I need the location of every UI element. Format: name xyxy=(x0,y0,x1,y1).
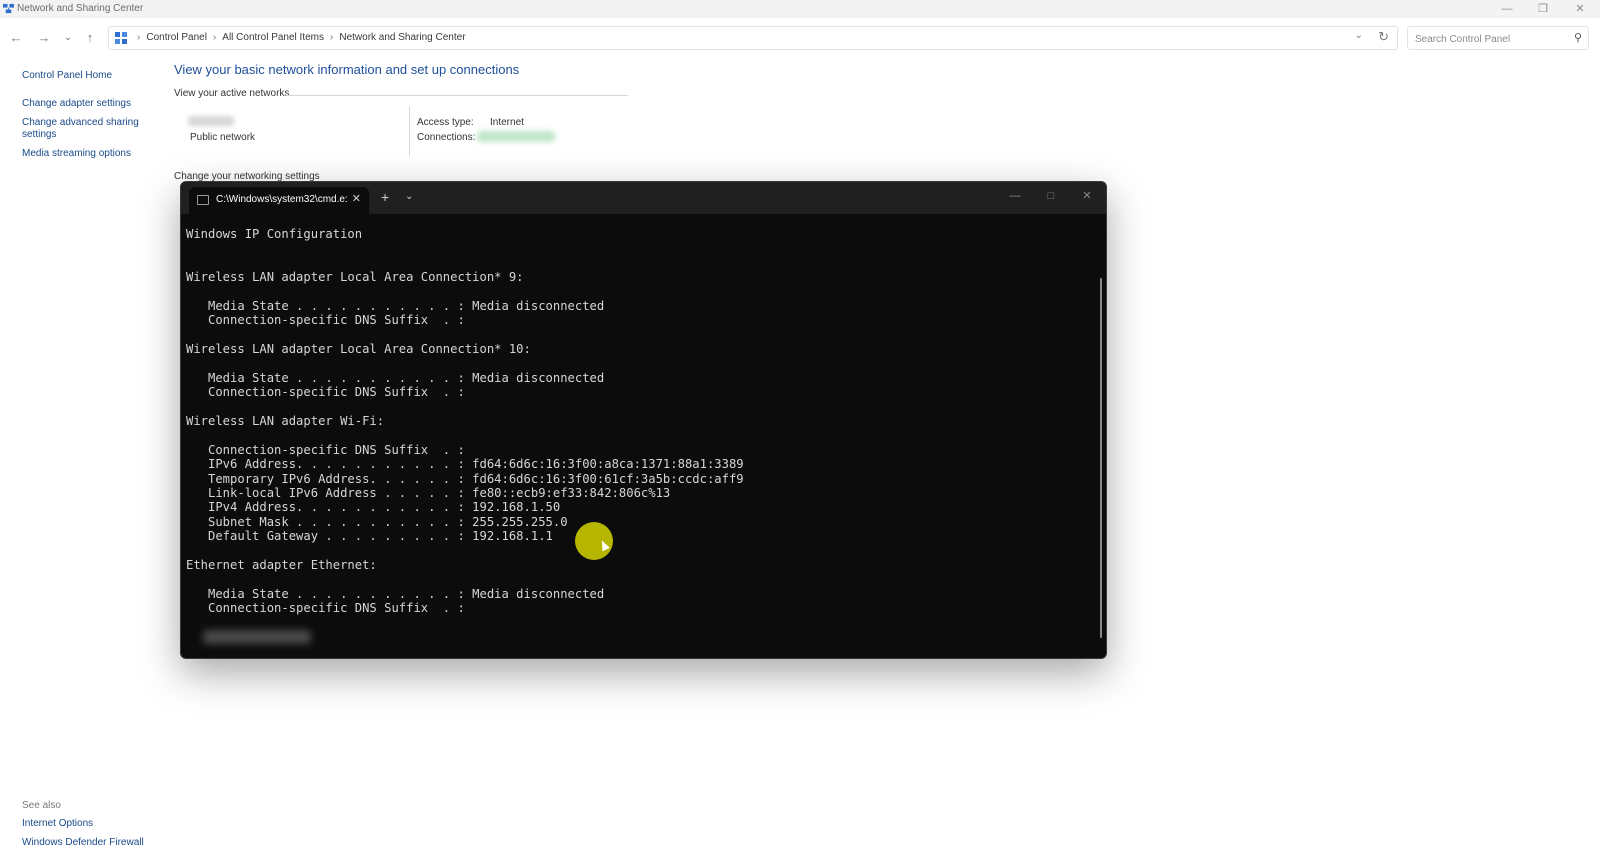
terminal-line: Wireless LAN adapter Local Area Connecti… xyxy=(186,270,524,285)
terminal-scrollbar[interactable] xyxy=(1100,278,1102,638)
sidebar-item-change-advanced-sharing[interactable]: Change advanced sharing settings xyxy=(22,117,142,141)
terminal-prompt-redacted xyxy=(203,630,311,644)
network-center-icon xyxy=(3,3,14,14)
refresh-icon[interactable]: ↻ xyxy=(1378,29,1389,45)
access-type-value: Internet xyxy=(490,117,524,128)
restore-icon[interactable]: ❐ xyxy=(1536,2,1550,16)
breadcrumb: › Control Panel › All Control Panel Item… xyxy=(131,27,466,49)
defender-firewall-link[interactable]: Windows Defender Firewall xyxy=(22,837,144,849)
terminal-line: Wireless LAN adapter Wi-Fi: xyxy=(186,414,385,429)
navigation-bar: ← → ⌄ ↑ › Control Panel › All Control Pa… xyxy=(0,24,1600,52)
tab-dropdown-chevron-icon[interactable]: ⌄ xyxy=(405,191,413,202)
close-icon[interactable]: ✕ xyxy=(1573,2,1587,16)
breadcrumb-separator-icon: › xyxy=(330,32,334,43)
breadcrumb-separator-icon: › xyxy=(137,32,141,43)
sidebar-item-change-adapter-settings[interactable]: Change adapter settings xyxy=(22,98,131,110)
connections-label: Connections: xyxy=(417,132,476,143)
terminal-line: Wireless LAN adapter Local Area Connecti… xyxy=(186,342,531,357)
terminal-line: Subnet Mask . . . . . . . . . . . : 255.… xyxy=(186,514,568,529)
terminal-line: Connection-specific DNS Suffix . : xyxy=(186,313,465,328)
cmd-icon xyxy=(197,195,209,205)
network-name-redacted xyxy=(188,116,234,126)
window-title: Network and Sharing Center xyxy=(17,3,144,14)
terminal-line: Ethernet adapter Ethernet: xyxy=(186,557,377,572)
terminal-line: Media State . . . . . . . . . . . : Medi… xyxy=(186,370,605,385)
back-arrow-icon[interactable]: ← xyxy=(8,30,24,46)
network-divider xyxy=(409,106,410,156)
breadcrumb-separator-icon: › xyxy=(212,32,217,43)
connection-link-redacted[interactable] xyxy=(477,131,555,142)
search-icon[interactable]: ⚲ xyxy=(1574,31,1582,44)
tab-close-icon[interactable]: ✕ xyxy=(352,192,361,205)
terminal-line: IPv6 Address. . . . . . . . . . . : fd64… xyxy=(186,457,744,472)
search-input[interactable] xyxy=(1413,31,1567,47)
terminal-tab-bar: C:\Windows\system32\cmd.e: ✕ + ⌄ — □ ✕ xyxy=(181,182,1106,214)
internet-options-link[interactable]: Internet Options xyxy=(22,818,93,830)
terminal-tab[interactable]: C:\Windows\system32\cmd.e: ✕ xyxy=(189,187,369,214)
terminal-tab-title: C:\Windows\system32\cmd.e: xyxy=(216,194,348,205)
breadcrumb-all-items[interactable]: All Control Panel Items xyxy=(222,27,324,49)
see-also-header: See also xyxy=(22,800,61,811)
window-titlebar: Network and Sharing Center — ❐ ✕ xyxy=(0,0,1600,18)
control-panel-icon xyxy=(115,32,127,44)
terminal-output[interactable]: Windows IP Configuration Wireless LAN ada… xyxy=(186,227,1086,616)
terminal-line: IPv4 Address. . . . . . . . . . . : 192.… xyxy=(186,500,561,515)
section-divider xyxy=(286,95,628,96)
network-type: Public network xyxy=(190,132,256,143)
sidebar-item-control-panel-home[interactable]: Control Panel Home xyxy=(22,70,112,82)
forward-arrow-icon[interactable]: → xyxy=(36,30,52,46)
terminal-line: Temporary IPv6 Address. . . . . . : fd64… xyxy=(186,471,744,486)
terminal-window[interactable]: C:\Windows\system32\cmd.e: ✕ + ⌄ — □ ✕ W… xyxy=(180,181,1107,659)
access-type-label: Access type: xyxy=(417,117,474,128)
terminal-close-icon[interactable]: ✕ xyxy=(1079,188,1095,204)
terminal-minimize-icon[interactable]: — xyxy=(1007,188,1023,204)
breadcrumb-control-panel[interactable]: Control Panel xyxy=(146,27,207,49)
terminal-line: Windows IP Configuration xyxy=(186,227,363,241)
address-bar[interactable]: › Control Panel › All Control Panel Item… xyxy=(108,26,1398,50)
new-tab-plus-icon[interactable]: + xyxy=(381,189,389,205)
terminal-line: Connection-specific DNS Suffix . : xyxy=(186,601,465,616)
terminal-line: Media State . . . . . . . . . . . : Medi… xyxy=(186,586,605,601)
terminal-line: Link-local IPv6 Address . . . . . : fe80… xyxy=(186,486,671,501)
active-networks-label: View your active networks xyxy=(174,88,290,99)
terminal-line: Connection-specific DNS Suffix . : xyxy=(186,442,465,457)
terminal-maximize-icon[interactable]: □ xyxy=(1043,188,1059,204)
page-title: View your basic network information and … xyxy=(174,62,520,77)
terminal-line: Default Gateway . . . . . . . . . : 192.… xyxy=(186,529,553,544)
terminal-line: Media State . . . . . . . . . . . : Medi… xyxy=(186,298,605,313)
up-arrow-icon[interactable]: ↑ xyxy=(82,30,98,46)
address-dropdown-icon[interactable]: ⌄ xyxy=(1355,30,1363,41)
sidebar-item-media-streaming[interactable]: Media streaming options xyxy=(22,148,131,160)
recent-locations-chevron-icon[interactable]: ⌄ xyxy=(60,30,76,46)
cursor-highlight xyxy=(575,522,613,560)
terminal-line: Connection-specific DNS Suffix . : xyxy=(186,385,465,400)
search-box[interactable]: ⚲ xyxy=(1407,26,1589,50)
minimize-icon[interactable]: — xyxy=(1500,2,1514,16)
breadcrumb-network-center[interactable]: Network and Sharing Center xyxy=(339,27,465,49)
